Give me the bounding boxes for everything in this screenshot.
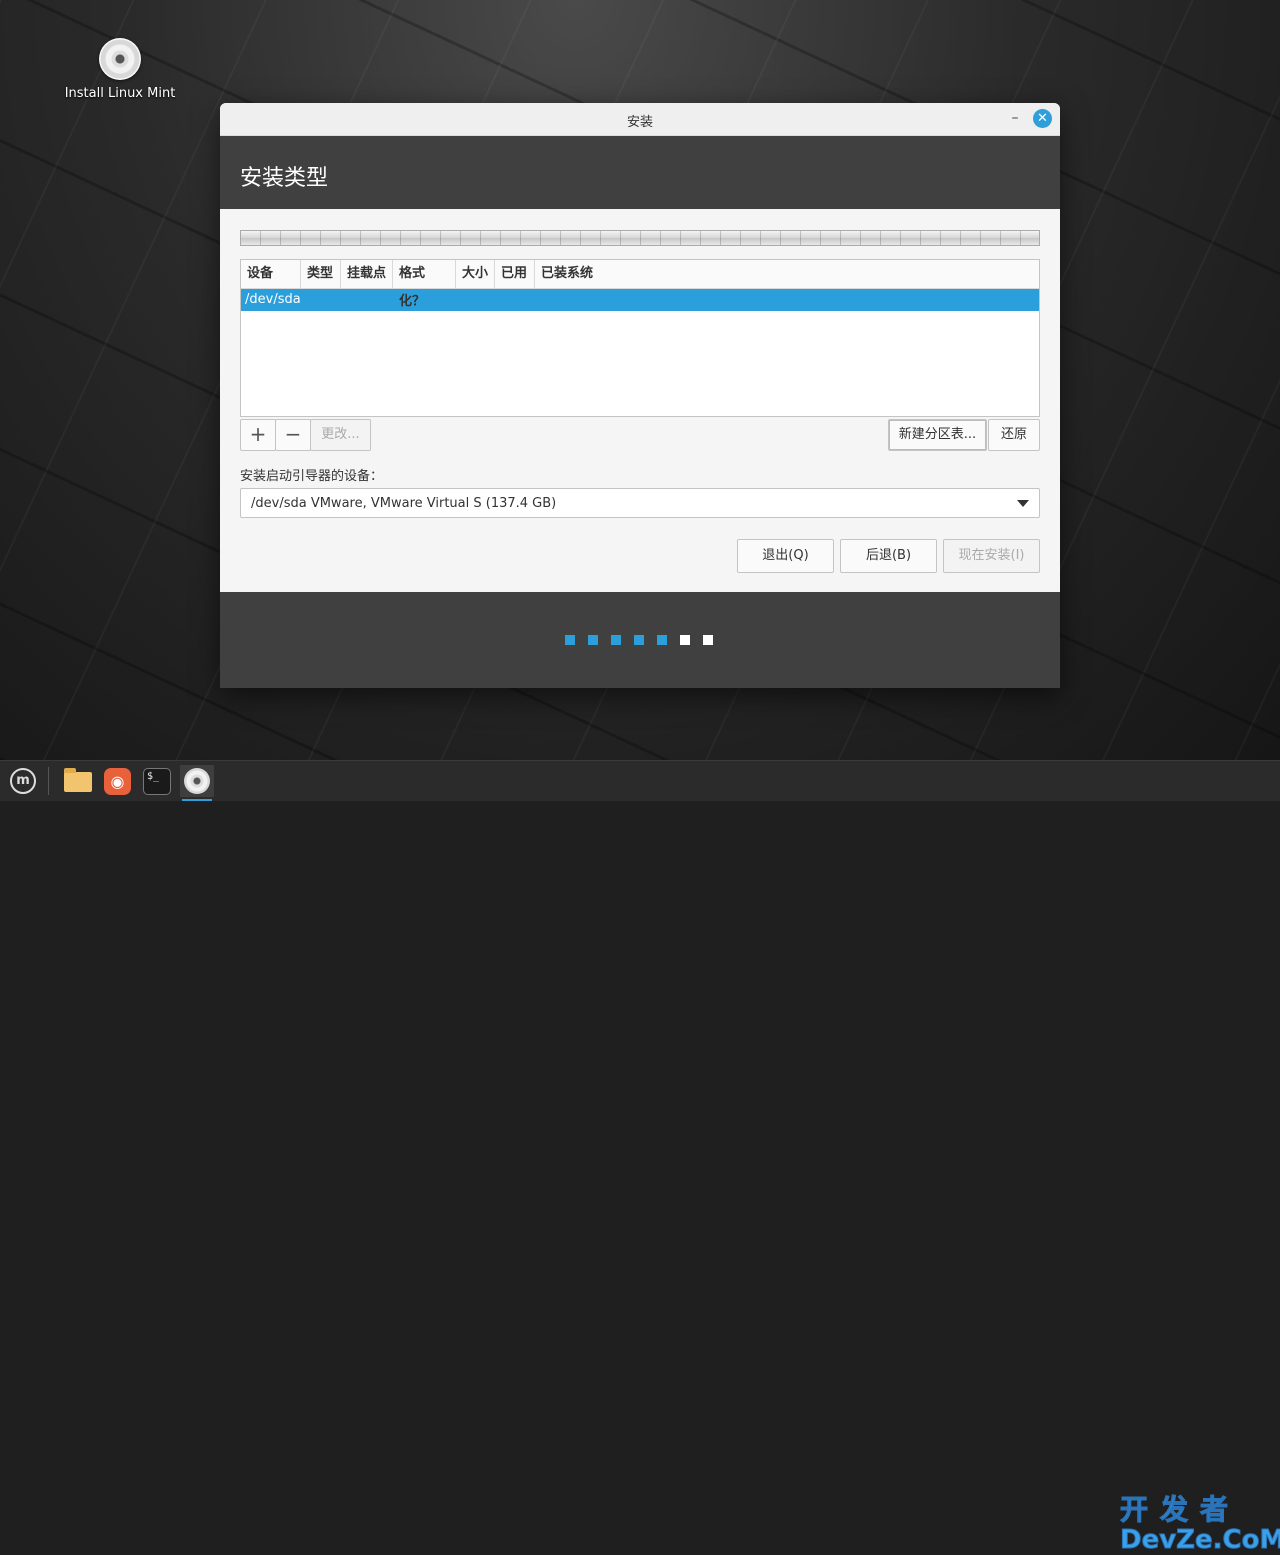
column-header[interactable]: 大小 (456, 260, 495, 288)
desktop-icon-label: Install Linux Mint (64, 86, 176, 101)
window-title: 安装 (626, 115, 653, 130)
minimize-icon[interactable]: – (1008, 109, 1022, 127)
minus-icon: − (284, 422, 302, 446)
add-partition-button[interactable]: + (240, 419, 276, 451)
plus-icon: + (249, 422, 267, 446)
taskbar-separator (48, 767, 49, 795)
close-icon[interactable]: ✕ (1033, 109, 1052, 128)
column-header[interactable]: 已装系统 (535, 260, 1039, 288)
column-header[interactable]: 格式化？ (393, 260, 456, 309)
column-header[interactable]: 挂载点 (341, 260, 393, 288)
boot-loader-label: 安装启动引导器的设备： (240, 469, 384, 484)
progress-dot (680, 635, 690, 645)
quit-button[interactable]: 退出(Q) (737, 539, 834, 573)
installer-window: 安装 – ✕ 安装类型 设备 类型 挂载点 格式化？ 大小 已用 已装系统 /dev/sda… (220, 103, 1060, 688)
cd-icon (184, 768, 210, 794)
cd-icon (99, 38, 141, 80)
table-row[interactable]: /dev/sda (241, 289, 1039, 311)
progress-dot (611, 635, 621, 645)
install-now-button[interactable]: 现在安装(I) (943, 539, 1040, 573)
progress-dots (565, 635, 713, 645)
folder-icon (64, 768, 92, 792)
revert-button[interactable]: 还原 (988, 419, 1040, 451)
column-header[interactable]: 类型 (301, 260, 341, 288)
progress-dot (634, 635, 644, 645)
terminal-icon: $_ (143, 768, 171, 795)
table-header: 设备 类型 挂载点 格式化？ 大小 已用 已装系统 (241, 260, 1039, 309)
column-header[interactable]: 设备 (241, 260, 301, 288)
partition-table[interactable]: 设备 类型 挂载点 格式化？ 大小 已用 已装系统 /dev/sda (240, 259, 1040, 417)
taskbar: m ◉ $_ 开发者 DevZe.CoM (0, 760, 1280, 1555)
firefox-launcher[interactable]: ◉ (100, 765, 134, 797)
boot-device-select[interactable]: /dev/sda VMware, VMware Virtual S (137.4… (240, 488, 1040, 518)
linux-mint-logo-icon: m (10, 768, 36, 794)
new-partition-table-button[interactable]: 新建分区表... (888, 419, 987, 451)
partition-bar (240, 230, 1040, 246)
progress-dot (588, 635, 598, 645)
page-title: 安装类型 (240, 166, 329, 191)
terminal-launcher[interactable]: $_ (140, 765, 174, 797)
installer-task[interactable] (180, 765, 214, 801)
watermark-line1: 开发者 (1120, 1493, 1241, 1526)
watermark-line2: DevZe.CoM (1120, 1525, 1280, 1555)
firefox-icon: ◉ (104, 768, 131, 795)
chevron-down-icon (1017, 500, 1029, 507)
remove-partition-button[interactable]: − (275, 419, 311, 451)
progress-footer (220, 592, 1060, 688)
progress-dot (657, 635, 667, 645)
progress-dot (703, 635, 713, 645)
desktop-icon-install-linux-mint[interactable]: Install Linux Mint (60, 38, 180, 101)
column-header[interactable]: 已用 (495, 260, 535, 288)
menu-button[interactable]: m (6, 765, 40, 797)
content-area: 设备 类型 挂载点 格式化？ 大小 已用 已装系统 /dev/sda + − 更改... 新… (220, 209, 1060, 592)
files-launcher[interactable] (60, 765, 94, 797)
page-header: 安装类型 (220, 136, 1060, 209)
watermark: 开发者 DevZe.CoM (1120, 1493, 1280, 1555)
active-indicator (182, 799, 212, 801)
boot-device-value: /dev/sda VMware, VMware Virtual S (137.4… (251, 496, 557, 511)
back-button[interactable]: 后退(B) (840, 539, 937, 573)
change-partition-button[interactable]: 更改... (310, 419, 371, 451)
progress-dot (565, 635, 575, 645)
titlebar[interactable]: 安装 – ✕ (220, 103, 1060, 136)
row-device: /dev/sda (245, 292, 301, 307)
